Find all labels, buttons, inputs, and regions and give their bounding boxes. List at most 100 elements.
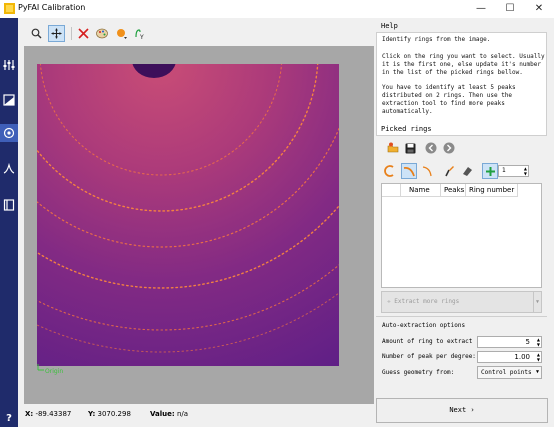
redo-icon xyxy=(443,142,455,154)
next-button[interactable]: Next › xyxy=(376,398,548,423)
ring-4 xyxy=(37,204,339,289)
title-bar: PyFAI Calibration — ☐ ✕ xyxy=(0,0,554,18)
reset-icon xyxy=(78,28,89,39)
chevron-down-icon[interactable]: ▼ xyxy=(533,292,541,312)
status-bar: X: -89.43387 Y: 3070.298 Value: n/a xyxy=(24,406,374,424)
plus-icon: ✚ xyxy=(387,298,391,305)
x-coordinate: X: -89.43387 xyxy=(25,410,72,418)
pixel-value: Value: n/a xyxy=(150,410,189,418)
marker-icon xyxy=(116,28,127,39)
toolbar-separator xyxy=(71,27,72,40)
arc-peak-icon xyxy=(403,167,415,177)
origin-label: Origin xyxy=(45,368,64,375)
minimize-button[interactable]: — xyxy=(467,0,495,18)
maximize-button[interactable]: ☐ xyxy=(496,0,524,18)
help-line-4: in the list of the picked rings bellow. xyxy=(382,69,523,76)
peak-icon xyxy=(422,166,432,177)
help-title: Help xyxy=(381,22,398,30)
sidebar-item-integrate[interactable] xyxy=(0,196,18,214)
ring-3 xyxy=(37,126,339,248)
help-line-2: Click on the ring you want to select. Us… xyxy=(382,53,545,60)
peak-tool-button[interactable] xyxy=(419,163,435,179)
guess-geometry-select[interactable]: Control points ▼ xyxy=(477,366,542,379)
diffraction-rings xyxy=(37,64,339,353)
extract-button-label: Extract more rings xyxy=(394,298,460,305)
marker-button[interactable] xyxy=(113,25,130,42)
extract-more-rings-button[interactable]: ✚ Extract more rings ▼ xyxy=(381,291,542,313)
ring-number-spinbox[interactable]: 1 ▲ ▼ xyxy=(498,165,529,177)
brush-tool-button[interactable] xyxy=(441,163,457,179)
undo-icon xyxy=(425,142,437,154)
sidebar-item-geometry[interactable] xyxy=(0,160,18,178)
spin-arrows-icon[interactable]: ▲ ▼ xyxy=(537,337,540,347)
arc-peak-tool-button[interactable] xyxy=(401,163,417,179)
help-line-9: automatically. xyxy=(382,108,433,115)
scale-icon: Y xyxy=(135,28,144,40)
scale-button[interactable]: Y xyxy=(132,25,149,42)
ring-5 xyxy=(37,264,339,331)
sidebar-item-mask[interactable] xyxy=(0,91,18,109)
ring-arc-tool-button[interactable] xyxy=(382,163,398,179)
eraser-tool-button[interactable] xyxy=(459,163,475,179)
plus-icon xyxy=(485,166,495,176)
table-header-name[interactable]: Name xyxy=(401,184,441,197)
colormap-icon xyxy=(95,28,108,39)
section-divider xyxy=(376,316,547,317)
pyfai-app-icon xyxy=(4,3,15,14)
reset-button[interactable] xyxy=(75,25,92,42)
amount-label: Amount of ring to extract xyxy=(382,338,473,345)
undo-button[interactable] xyxy=(423,140,439,156)
beam-stop xyxy=(132,64,176,78)
y-coordinate: Y: 3070.298 xyxy=(88,410,131,418)
plot-toolbar: Y xyxy=(28,24,168,44)
help-text-box: Identify rings from the image. Click on … xyxy=(376,32,547,136)
sliders-icon xyxy=(3,60,15,70)
help-icon[interactable]: ? xyxy=(0,413,18,424)
peaks-per-degree-label: Number of peak per degree: xyxy=(382,353,476,360)
pan-button[interactable] xyxy=(48,25,65,42)
close-button[interactable]: ✕ xyxy=(525,0,553,18)
integrate-icon xyxy=(3,199,15,211)
peaks-per-degree-value: 1.00 xyxy=(514,353,530,361)
save-peaks-button[interactable] xyxy=(402,140,418,156)
add-peak-button[interactable] xyxy=(482,163,498,179)
load-peaks-button[interactable] xyxy=(385,140,401,156)
sidebar-item-settings[interactable] xyxy=(0,56,18,74)
ring-number-value: 1 xyxy=(502,167,506,174)
sidebar-item-peak-picking[interactable] xyxy=(0,124,18,142)
window-title: PyFAI Calibration xyxy=(18,3,86,12)
table-header-select[interactable] xyxy=(382,184,401,197)
colormap-button[interactable] xyxy=(93,25,110,42)
spin-arrows-icon[interactable]: ▲ ▼ xyxy=(524,166,527,176)
geometry-icon xyxy=(3,163,15,174)
table-header-ring-number[interactable]: Ring number xyxy=(466,184,518,197)
help-line-7: distributed on 2 rings. Then use the xyxy=(382,92,513,99)
diffraction-image[interactable] xyxy=(37,64,339,366)
ring-1 xyxy=(39,64,283,176)
load-peaks-icon xyxy=(387,142,399,153)
image-plot[interactable]: Origin xyxy=(24,46,374,404)
help-line-6: You have to identify at least 5 peaks xyxy=(382,84,516,91)
ring-6 xyxy=(37,292,339,353)
redo-button[interactable] xyxy=(441,140,457,156)
zoom-icon xyxy=(31,28,42,39)
table-header-peaks[interactable]: Peaks xyxy=(441,184,466,197)
spin-arrows-icon[interactable]: ▲ ▼ xyxy=(537,352,540,362)
chevron-down-icon[interactable]: ▼ xyxy=(536,367,539,378)
brush-icon xyxy=(445,166,454,177)
ring-amount-value: 5 xyxy=(525,338,530,346)
ring-2 xyxy=(37,64,319,212)
auto-extraction-title: Auto-extraction options xyxy=(382,322,466,329)
eraser-icon xyxy=(463,167,472,176)
ring-amount-spinbox[interactable]: 5 ▲ ▼ xyxy=(477,336,542,348)
origin-marker-icon xyxy=(37,364,44,371)
ring-arc-icon xyxy=(384,165,394,177)
zoom-button[interactable] xyxy=(28,25,45,42)
peak-picking-icon xyxy=(3,127,15,139)
help-line-0: Identify rings from the image. xyxy=(382,36,491,43)
picked-rings-table[interactable]: Name Peaks Ring number xyxy=(381,183,542,288)
help-line-8: extraction tool to find more peaks xyxy=(382,100,505,107)
image-mask-icon xyxy=(3,94,15,106)
peaks-per-degree-spinbox[interactable]: 1.00 ▲ ▼ xyxy=(477,351,542,363)
save-icon xyxy=(405,143,415,153)
